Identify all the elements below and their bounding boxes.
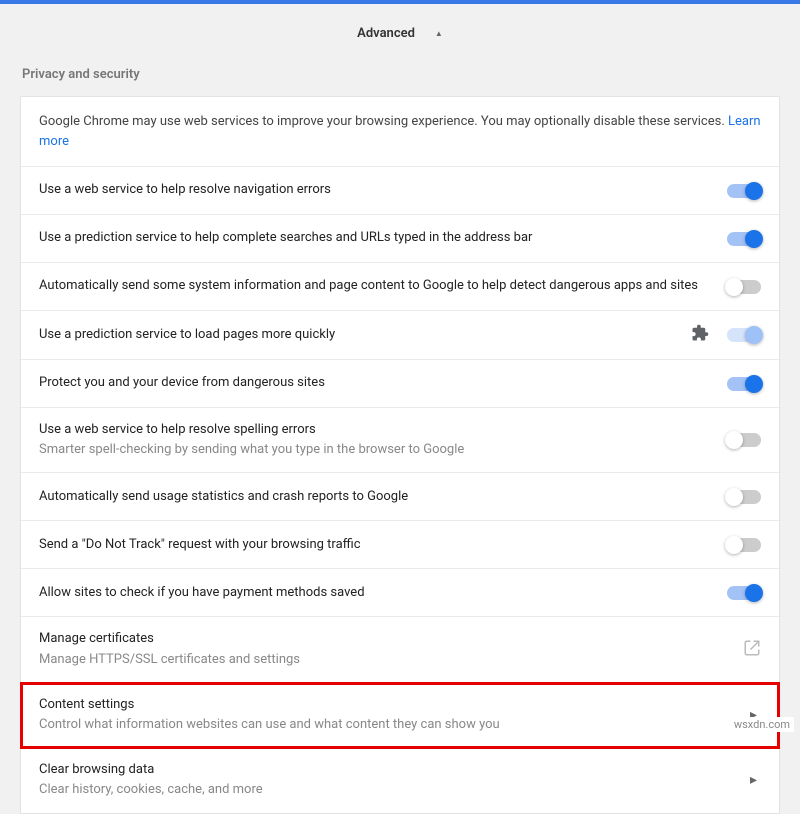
section-title: Privacy and security [20,67,780,96]
setting-row-prediction-pages: Use a prediction service to load pages m… [21,311,779,360]
toggle-usage-stats[interactable] [727,490,761,504]
intro-text: Google Chrome may use web services to im… [39,114,725,129]
setting-subtitle: Clear history, cookies, cache, and more [39,781,730,799]
setting-row-navigation-errors: Use a web service to help resolve naviga… [21,167,779,215]
chevron-right-icon: ▸ [746,772,761,788]
clear-browsing-data-row[interactable]: Clear browsing data Clear history, cooki… [21,748,779,812]
toggle-prediction-searches[interactable] [727,232,761,246]
toggle-spelling[interactable] [727,433,761,447]
advanced-section-toggle[interactable]: Advanced ▲ [20,4,780,67]
setting-subtitle: Manage HTTPS/SSL certificates and settin… [39,651,727,669]
setting-title: Manage certificates [39,630,727,648]
content-settings-row[interactable]: Content settings Control what informatio… [21,683,779,748]
setting-title: Use a prediction service to load pages m… [39,326,675,344]
setting-title: Protect you and your device from dangero… [39,374,711,392]
setting-title: Allow sites to check if you have payment… [39,584,711,602]
toggle-prediction-pages[interactable] [727,328,761,342]
setting-row-usage-stats: Automatically send usage statistics and … [21,473,779,521]
setting-row-send-system-info: Automatically send some system informati… [21,263,779,311]
intro-row: Google Chrome may use web services to im… [21,97,779,167]
settings-container: Advanced ▲ Privacy and security Google C… [0,4,800,814]
manage-certificates-row[interactable]: Manage certificates Manage HTTPS/SSL cer… [21,617,779,682]
advanced-label: Advanced [357,26,415,41]
setting-title: Send a "Do Not Track" request with your … [39,536,711,554]
setting-title: Automatically send usage statistics and … [39,488,711,506]
setting-title: Use a web service to help resolve spelli… [39,421,711,439]
setting-title: Clear browsing data [39,761,730,779]
setting-row-prediction-searches: Use a prediction service to help complet… [21,215,779,263]
toggle-protect-device[interactable] [727,377,761,391]
setting-subtitle: Control what information websites can us… [39,716,730,734]
chevron-up-icon: ▲ [435,29,443,38]
setting-row-do-not-track: Send a "Do Not Track" request with your … [21,521,779,569]
watermark: wsxdn.com [730,717,794,732]
setting-row-spelling: Use a web service to help resolve spelli… [21,408,779,473]
open-external-icon [743,639,761,661]
setting-title: Automatically send some system informati… [39,277,711,295]
toggle-send-system-info[interactable] [727,280,761,294]
toggle-navigation-errors[interactable] [727,184,761,198]
privacy-card: Google Chrome may use web services to im… [20,96,780,814]
setting-row-payment-methods: Allow sites to check if you have payment… [21,569,779,617]
setting-row-protect-device: Protect you and your device from dangero… [21,360,779,408]
toggle-payment-methods[interactable] [727,586,761,600]
toggle-do-not-track[interactable] [727,538,761,552]
extension-icon [691,324,709,346]
setting-title: Use a web service to help resolve naviga… [39,181,711,199]
setting-subtitle: Smarter spell-checking by sending what y… [39,441,711,459]
setting-title: Content settings [39,696,730,714]
setting-title: Use a prediction service to help complet… [39,229,711,247]
